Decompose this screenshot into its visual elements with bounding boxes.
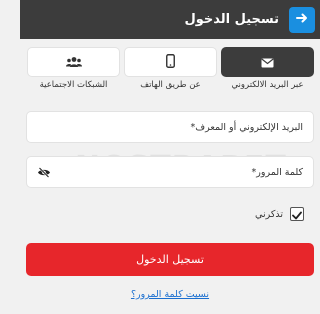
tab-phone-box[interactable] xyxy=(124,47,217,77)
checkmark-icon xyxy=(292,205,302,224)
tab-phone-label: عن طريق الهاتف xyxy=(140,80,201,90)
tab-email[interactable]: عبر البريد الالكتروني xyxy=(221,47,314,90)
tab-social[interactable]: الشبكات الاجتماعية xyxy=(27,47,120,90)
tab-social-label: الشبكات الاجتماعية xyxy=(39,80,108,90)
login-button[interactable]: تسجيل الدخول xyxy=(26,243,314,276)
password-placeholder: كلمة المرور* xyxy=(251,166,303,178)
eye-slash-icon[interactable] xyxy=(37,166,51,178)
tab-email-label: عبر البريد الالكتروني xyxy=(231,80,304,90)
mobile-phone-icon xyxy=(166,53,175,72)
page-title: تسجيل الدخول xyxy=(184,12,279,27)
forgot-password-link[interactable]: نسيت كلمة المرور؟ xyxy=(20,289,320,300)
tab-social-box[interactable] xyxy=(27,47,120,77)
arrow-right-icon xyxy=(295,10,309,29)
login-method-tabs: عبر البريد الالكتروني عن طريق الهاتف الش… xyxy=(26,47,314,90)
tab-email-box[interactable] xyxy=(221,47,314,77)
remember-label: تذكرني xyxy=(255,208,283,220)
remember-checkbox[interactable] xyxy=(290,207,304,221)
password-field[interactable]: كلمة المرور* xyxy=(26,156,314,188)
envelope-icon xyxy=(261,53,274,72)
back-button[interactable] xyxy=(289,6,315,33)
page-header: تسجيل الدخول xyxy=(20,0,320,39)
username-field[interactable]: البريد الإلكتروني أو المعرف* xyxy=(26,111,314,143)
tab-phone[interactable]: عن طريق الهاتف xyxy=(124,47,217,90)
users-icon xyxy=(65,53,82,72)
remember-me[interactable]: تذكرني xyxy=(255,207,304,221)
username-placeholder: البريد الإلكتروني أو المعرف* xyxy=(190,121,303,133)
